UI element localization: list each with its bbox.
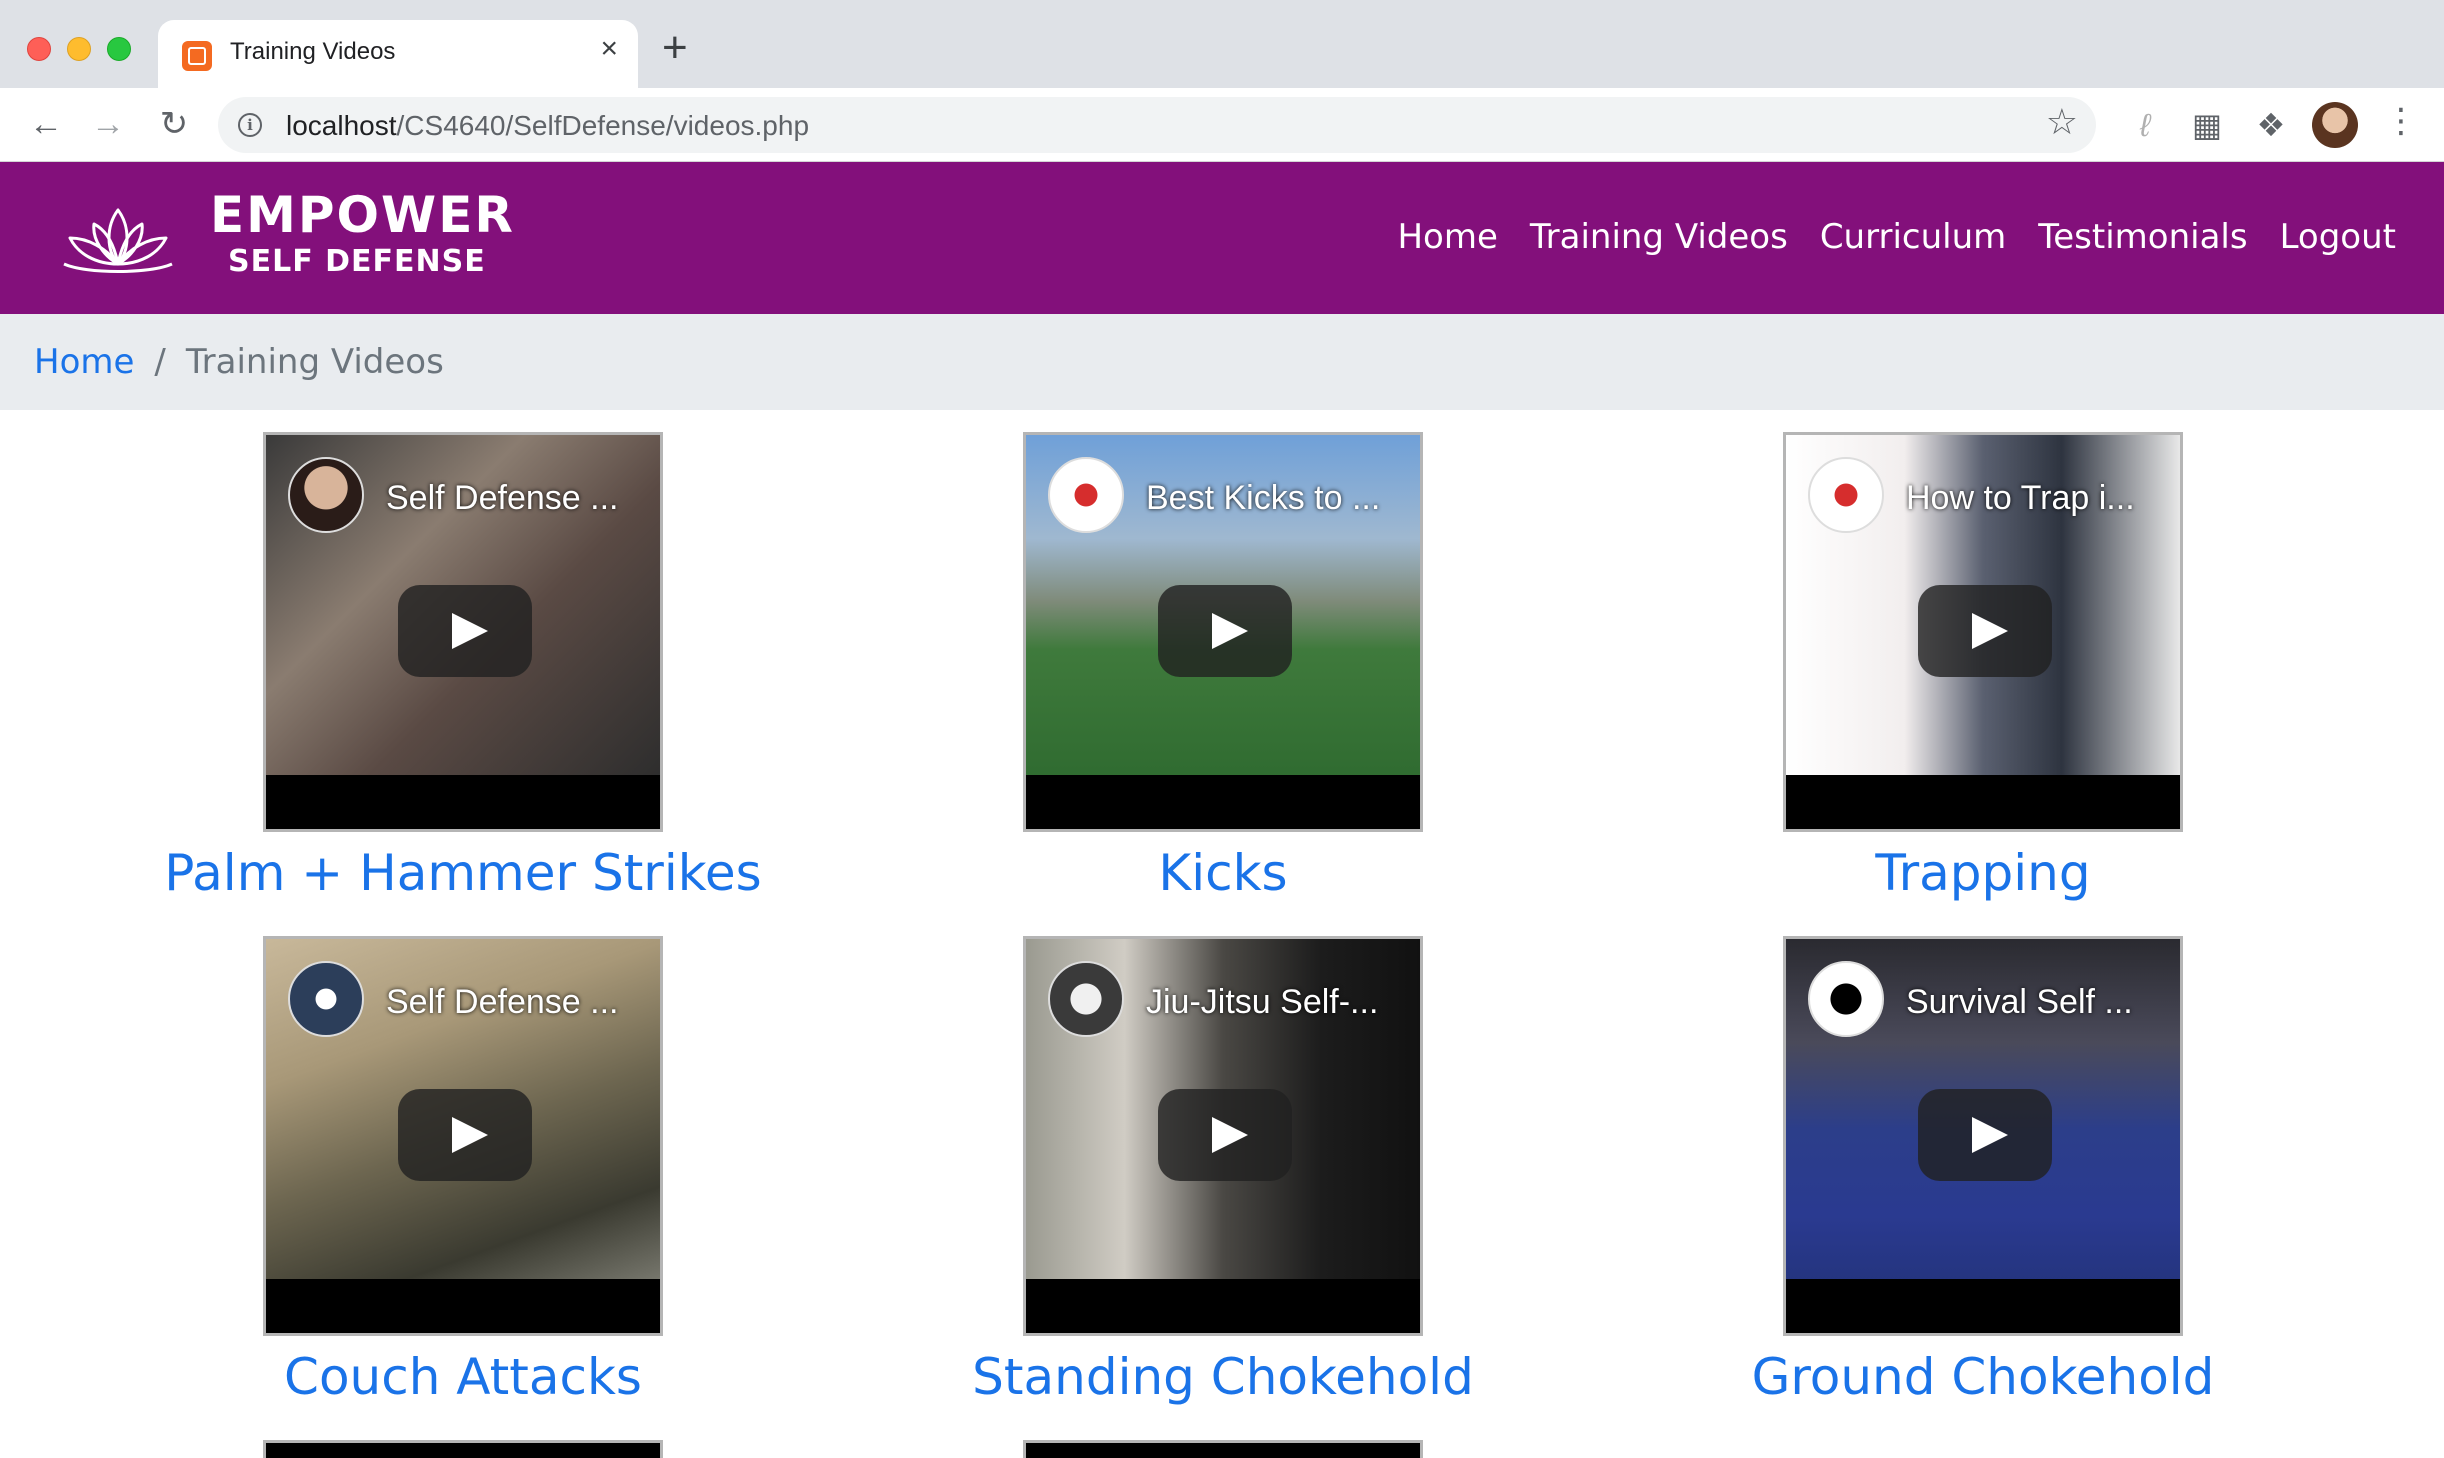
video-letterbox: [266, 1279, 660, 1333]
video-letterbox: [1026, 775, 1420, 829]
main-nav: Home Training Videos Curriculum Testimon…: [1397, 217, 2396, 257]
extension-grid-icon[interactable]: ▦: [2188, 106, 2226, 144]
video-label-link[interactable]: Standing Chokehold: [843, 1348, 1603, 1406]
minimize-window-button[interactable]: [67, 37, 91, 61]
lotus-logo-icon[interactable]: [56, 200, 180, 280]
channel-avatar[interactable]: [1808, 961, 1884, 1037]
video-overlay-title[interactable]: Survival Self ...: [1906, 983, 2133, 1022]
browser-menu-icon[interactable]: ⋮: [2384, 104, 2418, 138]
video-overlay-title[interactable]: Jiu-Jitsu Self-...: [1146, 983, 1378, 1022]
nav-testimonials[interactable]: Testimonials: [2038, 217, 2247, 257]
channel-avatar[interactable]: [1048, 961, 1124, 1037]
video-letterbox: [1026, 1279, 1420, 1333]
video-overlay-title[interactable]: How to Trap i...: [1906, 479, 2135, 518]
back-arrow-icon[interactable]: ←: [24, 102, 68, 146]
video-overlay-title[interactable]: Self Defense ...: [386, 983, 618, 1022]
video-label-link[interactable]: Ground Chokehold: [1603, 1348, 2363, 1406]
video-embed[interactable]: Jiu-Jitsu Self-...: [1023, 936, 1423, 1336]
bookmark-star-icon[interactable]: ☆: [2046, 104, 2078, 140]
address-bar[interactable]: i localhost/CS4640/SelfDefense/videos.ph…: [218, 97, 2096, 153]
extensions-puzzle-icon[interactable]: ❖: [2252, 106, 2290, 144]
play-icon[interactable]: [1918, 585, 2052, 677]
video-label-link[interactable]: Kicks: [843, 844, 1603, 902]
tab-title: Training Videos: [230, 38, 396, 65]
channel-avatar[interactable]: [288, 961, 364, 1037]
forward-arrow-icon[interactable]: →: [86, 102, 130, 146]
play-icon[interactable]: [398, 585, 532, 677]
url-path: /CS4640/SelfDefense/videos.php: [396, 110, 810, 141]
channel-avatar[interactable]: [1808, 457, 1884, 533]
maximize-window-button[interactable]: [107, 37, 131, 61]
video-embed[interactable]: Self Defense ...: [263, 432, 663, 832]
browser-tabstrip: Training Videos × +: [0, 0, 2444, 88]
brand-name[interactable]: EMPOWER: [210, 186, 515, 244]
new-tab-button[interactable]: +: [662, 26, 688, 70]
profile-avatar[interactable]: [2312, 102, 2358, 148]
browser-tab-active[interactable]: Training Videos ×: [158, 20, 638, 88]
play-icon[interactable]: [1918, 1089, 2052, 1181]
video-embed[interactable]: Self Defense ...: [263, 936, 663, 1336]
browser-toolbar: ← → ↻ i localhost/CS4640/SelfDefense/vid…: [0, 88, 2444, 162]
play-icon[interactable]: [1158, 1089, 1292, 1181]
breadcrumb: Home / Training Videos: [0, 314, 2444, 410]
video-embed[interactable]: Best Kicks to ...: [1023, 432, 1423, 832]
tab-close-icon[interactable]: ×: [600, 34, 618, 64]
url-host: localhost: [286, 110, 397, 141]
reload-icon[interactable]: ↻: [152, 102, 196, 146]
video-embed[interactable]: [1023, 1440, 1423, 1458]
video-embed[interactable]: How to Trap i...: [1783, 432, 2183, 832]
channel-avatar[interactable]: [1048, 457, 1124, 533]
extension-leaf-icon[interactable]: ℓ: [2126, 106, 2164, 144]
play-icon[interactable]: [398, 1089, 532, 1181]
channel-avatar[interactable]: [288, 457, 364, 533]
breadcrumb-home[interactable]: Home: [34, 342, 134, 382]
video-label-link[interactable]: Couch Attacks: [83, 1348, 843, 1406]
video-label-link[interactable]: Palm + Hammer Strikes: [83, 844, 843, 902]
play-icon[interactable]: [1158, 585, 1292, 677]
video-letterbox: [266, 775, 660, 829]
url-text[interactable]: localhost/CS4640/SelfDefense/videos.php: [286, 110, 809, 142]
nav-home[interactable]: Home: [1397, 217, 1497, 257]
breadcrumb-separator: /: [154, 342, 166, 382]
video-letterbox: [1786, 1279, 2180, 1333]
site-info-icon[interactable]: i: [238, 113, 262, 137]
video-overlay-title[interactable]: Self Defense ...: [386, 479, 618, 518]
site-header: EMPOWER SELF DEFENSE Home Training Video…: [0, 162, 2444, 314]
nav-logout[interactable]: Logout: [2280, 217, 2396, 257]
close-window-button[interactable]: [27, 37, 51, 61]
video-overlay-title[interactable]: Best Kicks to ...: [1146, 479, 1380, 518]
video-letterbox: [1786, 775, 2180, 829]
video-label-link[interactable]: Trapping: [1603, 844, 2363, 902]
xampp-favicon-icon: [182, 41, 212, 71]
video-embed[interactable]: Survival Self ...: [1783, 936, 2183, 1336]
nav-curriculum[interactable]: Curriculum: [1820, 217, 2006, 257]
brand-tagline[interactable]: SELF DEFENSE: [228, 244, 486, 279]
nav-training-videos[interactable]: Training Videos: [1530, 217, 1788, 257]
breadcrumb-current: Training Videos: [185, 342, 444, 382]
video-embed[interactable]: [263, 1440, 663, 1458]
